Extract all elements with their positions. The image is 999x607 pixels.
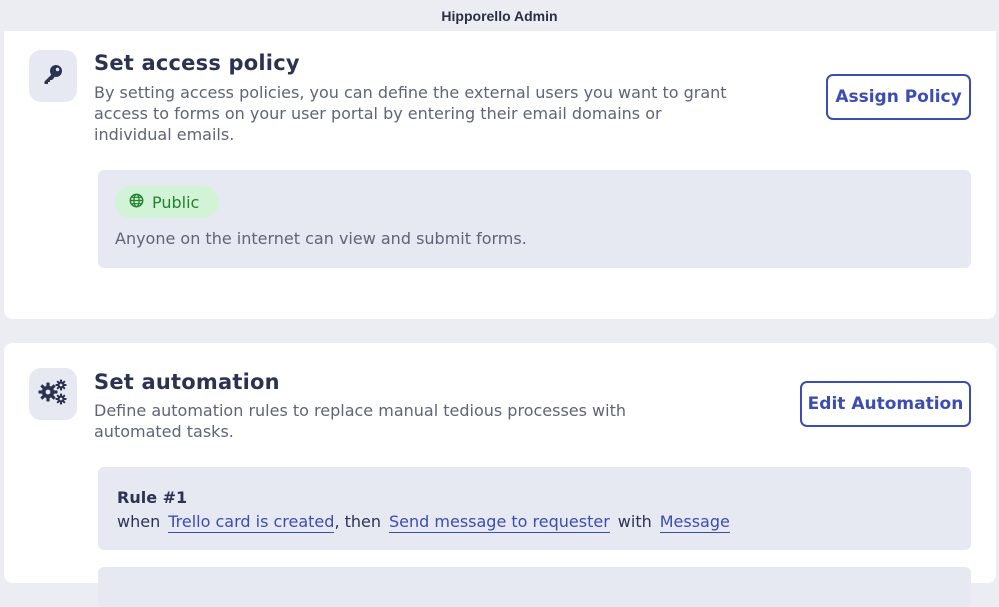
policy-description: Anyone on the internet can view and subm… — [115, 229, 527, 248]
access-policy-card: Set access policy By setting access poli… — [4, 31, 996, 319]
rule-payload-link[interactable]: Message — [659, 512, 730, 533]
rule-action-link[interactable]: Send message to requester — [389, 512, 610, 533]
automation-icon-box — [29, 368, 77, 420]
rule-panel-next — [98, 567, 971, 607]
globe-icon — [129, 193, 144, 212]
access-policy-icon-box — [29, 50, 77, 102]
public-badge-label: Public — [152, 192, 200, 212]
gears-icon — [38, 379, 68, 409]
rule-description: when Trello card is created, then Send mes… — [117, 512, 730, 533]
automation-heading: Set automation — [94, 370, 280, 394]
automation-card: Set automation Define automation rules t… — [4, 343, 996, 607]
assign-policy-button[interactable]: Assign Policy — [826, 74, 971, 120]
access-policy-heading: Set access policy — [94, 51, 300, 75]
rule-trigger-link[interactable]: Trello card is created — [168, 512, 335, 533]
key-icon — [41, 62, 65, 90]
edit-automation-button[interactable]: Edit Automation — [800, 381, 971, 427]
rule-when-text: when — [117, 512, 161, 531]
policy-panel: Public Anyone on the internet can view a… — [98, 170, 971, 268]
rule-panel: Rule #1 when Trello card is created, then… — [98, 467, 971, 550]
rule-then-text: , then — [334, 512, 382, 531]
rule-title: Rule #1 — [117, 488, 188, 507]
rule-with-text: with — [617, 512, 652, 531]
public-badge[interactable]: Public — [115, 186, 220, 218]
window-title: Hipporello Admin — [441, 8, 558, 24]
access-policy-description: By setting access policies, you can defi… — [94, 83, 727, 144]
automation-description: Define automation rules to replace manua… — [94, 401, 626, 441]
